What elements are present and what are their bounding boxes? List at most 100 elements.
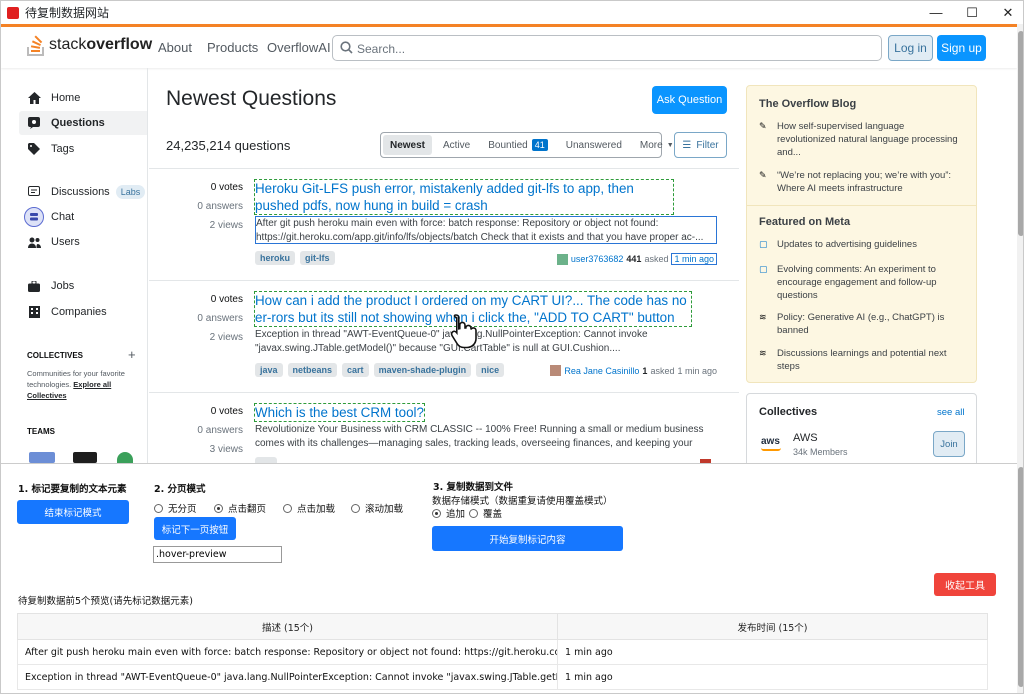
collective-members: 34k Members — [793, 447, 848, 457]
search-input[interactable]: Search... — [332, 35, 882, 61]
column-header: 发布时间 (15个) — [557, 613, 988, 640]
view-count: 3 views — [209, 444, 243, 455]
page-scrollbar-thumb[interactable] — [1018, 31, 1023, 236]
table-header-row: 描述 (15个) 发布时间 (15个) — [17, 613, 988, 640]
questions-icon — [27, 116, 41, 130]
meta-item[interactable]: ≋ Policy: Generative AI (e.g., ChatGPT) … — [759, 311, 964, 337]
sidebar-item-home[interactable]: Home — [19, 86, 147, 110]
asked-time[interactable]: 1 min ago — [677, 366, 717, 376]
sidebar-item-label: Home — [51, 92, 81, 104]
preview-table: 描述 (15个) 发布时间 (15个) After git push herok… — [17, 613, 988, 690]
tag-nice[interactable]: nice — [476, 363, 505, 377]
pencil-icon: ✎ — [759, 170, 767, 180]
tag-cart[interactable]: cart — [342, 363, 369, 377]
code-icon — [73, 452, 97, 463]
user-card: user3763682 441 asked 1 min ago — [556, 253, 717, 265]
collectives-widget: Collectives see all aws AWS 34k Members … — [746, 393, 977, 473]
sidebar-item-jobs[interactable]: Jobs — [19, 274, 147, 298]
question-title-link[interactable]: Which is the best CRM tool? — [254, 403, 425, 422]
tag-heroku[interactable]: heroku — [255, 251, 296, 265]
meta-item[interactable]: ▢ Updates to advertising guidelines — [759, 238, 964, 251]
close-button[interactable]: ✕ — [991, 1, 1023, 24]
end-mark-button[interactable]: 结束标记模式 — [17, 500, 129, 524]
logo-text-bold: overflow — [86, 36, 153, 53]
search-placeholder: Search... — [357, 42, 406, 56]
paging-option-load[interactable]: 点击加载 — [283, 501, 335, 515]
sidebar-item-companies[interactable]: Companies — [19, 300, 147, 324]
minimize-button[interactable]: — — [919, 1, 953, 24]
collective-name[interactable]: AWS — [793, 432, 818, 444]
nav-products[interactable]: Products — [207, 40, 258, 55]
filter-button[interactable]: ☰ Filter — [674, 132, 727, 158]
question-title-link[interactable]: Heroku Git-LFS push error, mistakenly ad… — [254, 179, 674, 215]
start-copy-button[interactable]: 开始复制标记内容 — [432, 526, 623, 551]
answer-count: 0 answers — [197, 313, 243, 324]
sidebar-item-label: Jobs — [51, 280, 75, 292]
radio-icon — [283, 503, 292, 513]
filter-bountied[interactable]: Bountied 41 — [479, 133, 557, 157]
paging-option-none[interactable]: 无分页 — [154, 501, 197, 515]
sidebar-item-chat[interactable]: Chat — [19, 205, 147, 229]
radio-selected-icon — [214, 503, 223, 513]
answer-count: 0 answers — [197, 201, 243, 212]
asked-label: asked — [644, 254, 669, 264]
mark-next-page-button[interactable]: 标记下一页按钮 — [154, 517, 236, 540]
login-button[interactable]: Log in — [888, 35, 933, 61]
paging-option-label: 无分页 — [168, 504, 197, 515]
storage-option-overwrite[interactable]: 覆盖 — [469, 506, 502, 520]
tag-netbeans[interactable]: netbeans — [287, 363, 338, 377]
paging-option-click[interactable]: 点击翻页 — [214, 501, 266, 515]
meta-item-text: Updates to advertising guidelines — [777, 239, 917, 250]
aws-logo[interactable]: aws — [761, 436, 780, 447]
maximize-button[interactable]: ☐ — [955, 1, 989, 24]
sidebar-item-tags[interactable]: Tags — [19, 137, 147, 161]
meta-item[interactable]: ▢ Evolving comments: An experiment to en… — [759, 263, 964, 302]
collapse-tool-button[interactable]: 收起工具 — [934, 573, 996, 596]
tag-git-lfs[interactable]: git-lfs — [300, 251, 335, 265]
join-button[interactable]: Join — [933, 431, 965, 457]
user-name[interactable]: Rea Jane Casinillo — [564, 366, 639, 376]
tag-java[interactable]: java — [255, 363, 283, 377]
selector-input[interactable] — [153, 546, 282, 563]
user-avatar[interactable] — [556, 253, 568, 265]
nav-overflowai[interactable]: OverflowAI — [267, 40, 331, 55]
nav-about[interactable]: About — [158, 40, 192, 55]
tag-maven-shade-plugin[interactable]: maven-shade-plugin — [373, 363, 472, 377]
user-name[interactable]: user3763682 — [571, 254, 624, 264]
sidebar-item-questions[interactable]: Questions — [19, 111, 147, 135]
ask-question-button[interactable]: Ask Question — [652, 86, 727, 114]
comment-icon: ▢ — [759, 264, 768, 274]
hand-cursor-icon — [450, 314, 477, 349]
sidebar-item-discussions[interactable]: Discussions Labs — [19, 180, 147, 204]
sidebar-item-users[interactable]: Users — [19, 230, 147, 254]
answer-count: 0 answers — [197, 425, 243, 436]
filter-active[interactable]: Active — [434, 133, 479, 157]
blog-item-text: “We’re not replacing you; we’re with you… — [777, 170, 952, 194]
main-content: Newest Questions Ask Question 24,235,214… — [149, 68, 739, 467]
filter-unanswered[interactable]: Unanswered — [557, 133, 631, 157]
teams-illustration-icon — [29, 452, 55, 463]
asked-time[interactable]: 1 min ago — [671, 253, 717, 265]
table-cell: After git push heroku main even with for… — [17, 639, 558, 665]
site-logo[interactable]: stack overflow — [27, 33, 152, 57]
panel-scrollbar-thumb[interactable] — [1018, 467, 1023, 687]
meta-item[interactable]: ≋ Discussions learnings and potential ne… — [759, 347, 964, 373]
signup-button[interactable]: Sign up — [937, 35, 986, 61]
sidebar-item-label: Users — [51, 236, 80, 248]
radio-icon — [154, 503, 163, 513]
collectives-section-header: COLLECTIVES — [27, 351, 84, 360]
radio-selected-icon — [432, 508, 441, 518]
paging-option-scroll[interactable]: 滚动加载 — [351, 501, 403, 515]
meta-item-text: Evolving comments: An experiment to enco… — [777, 264, 937, 301]
paging-option-label: 滚动加载 — [365, 504, 404, 515]
see-all-link[interactable]: see all — [937, 407, 964, 418]
storage-option-append[interactable]: 追加 — [432, 506, 465, 520]
user-reputation: 441 — [626, 254, 642, 264]
blog-divider — [747, 205, 976, 206]
user-avatar[interactable] — [550, 365, 562, 376]
blog-item[interactable]: ✎ How self-supervised language revolutio… — [759, 120, 964, 159]
add-collective-icon[interactable]: + — [128, 347, 136, 362]
blog-item[interactable]: ✎ “We’re not replacing you; we’re with y… — [759, 169, 964, 195]
radio-icon — [351, 503, 360, 513]
filter-newest[interactable]: Newest — [383, 135, 433, 155]
